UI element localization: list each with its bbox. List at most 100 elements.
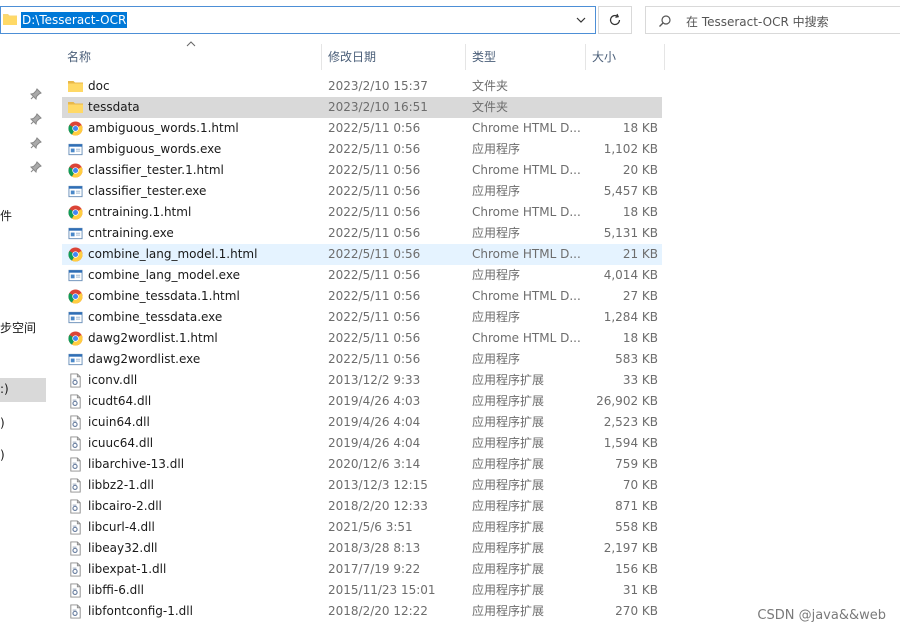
- file-name[interactable]: ambiguous_words.1.html: [88, 118, 314, 139]
- file-name[interactable]: combine_tessdata.1.html: [88, 286, 314, 307]
- address-bar[interactable]: D:\Tesseract-OCR: [0, 6, 596, 34]
- column-header-type[interactable]: 类型: [472, 48, 496, 66]
- file-row[interactable]: classifier_tester.exe 2022/5/11 0:56 应用程序 5…: [62, 181, 662, 202]
- file-row[interactable]: libffi-6.dll 2015/11/23 15:01 应用程序扩展 31 KB: [62, 580, 662, 601]
- column-header-date[interactable]: 修改日期: [328, 48, 376, 66]
- file-name[interactable]: libcairo-2.dll: [88, 496, 314, 517]
- column-divider[interactable]: [321, 44, 322, 70]
- file-row[interactable]: combine_lang_model.exe 2022/5/11 0:56 应用程序…: [62, 265, 662, 286]
- file-row[interactable]: dawg2wordlist.exe 2022/5/11 0:56 应用程序 583 K…: [62, 349, 662, 370]
- chevron-down-icon[interactable]: [575, 14, 587, 26]
- file-date: 2022/5/11 0:56: [328, 310, 421, 324]
- navigation-pane: 件 步空间 :) ) ): [0, 40, 50, 633]
- pin-icon[interactable]: [30, 113, 42, 125]
- file-row[interactable]: ambiguous_words.1.html 2022/5/11 0:56 Chro…: [62, 118, 662, 139]
- file-name[interactable]: libeay32.dll: [88, 538, 314, 559]
- file-date: 2019/4/26 4:03: [328, 394, 421, 408]
- file-size: 2,523 KB: [603, 415, 658, 429]
- file-type: 应用程序: [472, 268, 521, 282]
- file-name[interactable]: tessdata: [88, 97, 314, 118]
- file-name[interactable]: classifier_tester.1.html: [88, 160, 314, 181]
- exe-icon: [68, 268, 83, 283]
- column-header-name[interactable]: 名称: [67, 48, 91, 66]
- file-row[interactable]: doc 2023/2/10 15:37 文件夹: [62, 76, 662, 97]
- file-name[interactable]: libcurl-4.dll: [88, 517, 314, 538]
- file-date: 2023/2/10 16:51: [328, 100, 428, 114]
- file-row[interactable]: icuuc64.dll 2019/4/26 4:04 应用程序扩展 1,594 KB: [62, 433, 662, 454]
- search-field[interactable]: 在 Tesseract-OCR 中搜索: [645, 6, 900, 34]
- file-size: 156 KB: [615, 562, 658, 576]
- file-row[interactable]: combine_tessdata.1.html 2022/5/11 0:56 Chr…: [62, 286, 662, 307]
- file-name[interactable]: cntraining.1.html: [88, 202, 314, 223]
- watermark: CSDN @java&&web: [757, 608, 886, 623]
- nav-item-label[interactable]: ): [0, 448, 5, 462]
- file-size: 4,014 KB: [603, 268, 658, 282]
- sort-ascending-icon: [186, 41, 196, 47]
- file-date: 2021/5/6 3:51: [328, 520, 413, 534]
- file-row[interactable]: libcurl-4.dll 2021/5/6 3:51 应用程序扩展 558 KB: [62, 517, 662, 538]
- file-row[interactable]: combine_tessdata.exe 2022/5/11 0:56 应用程序 1,…: [62, 307, 662, 328]
- file-row[interactable]: libcairo-2.dll 2018/2/20 12:33 应用程序扩展 871 K…: [62, 496, 662, 517]
- file-size: 5,457 KB: [603, 184, 658, 198]
- file-name[interactable]: combine_tessdata.exe: [88, 307, 314, 328]
- nav-item-label[interactable]: 步空间: [0, 319, 36, 336]
- pin-icon[interactable]: [30, 137, 42, 149]
- column-divider[interactable]: [585, 44, 586, 70]
- file-row[interactable]: libarchive-13.dll 2020/12/6 3:14 应用程序扩展 759…: [62, 454, 662, 475]
- column-header-size[interactable]: 大小: [592, 48, 616, 66]
- file-name[interactable]: libarchive-13.dll: [88, 454, 314, 475]
- file-row[interactable]: iconv.dll 2013/12/2 9:33 应用程序扩展 33 KB: [62, 370, 662, 391]
- pin-icon[interactable]: [30, 161, 42, 173]
- file-name[interactable]: combine_lang_model.1.html: [88, 244, 314, 265]
- file-row[interactable]: libexpat-1.dll 2017/7/19 9:22 应用程序扩展 156 KB: [62, 559, 662, 580]
- dll-icon: [68, 436, 83, 451]
- file-name[interactable]: libexpat-1.dll: [88, 559, 314, 580]
- file-row[interactable]: cntraining.1.html 2022/5/11 0:56 Chrome HT…: [62, 202, 662, 223]
- file-size: 18 KB: [622, 331, 658, 345]
- file-row[interactable]: icuin64.dll 2019/4/26 4:04 应用程序扩展 2,523 KB: [62, 412, 662, 433]
- file-row[interactable]: dawg2wordlist.1.html 2022/5/11 0:56 Chrome…: [62, 328, 662, 349]
- file-row[interactable]: cntraining.exe 2022/5/11 0:56 应用程序 5,131 KB: [62, 223, 662, 244]
- nav-item-label[interactable]: :): [0, 382, 9, 396]
- file-row[interactable]: tessdata 2023/2/10 16:51 文件夹: [62, 97, 662, 118]
- file-row[interactable]: icudt64.dll 2019/4/26 4:03 应用程序扩展 26,902 KB: [62, 391, 662, 412]
- file-name[interactable]: iconv.dll: [88, 370, 314, 391]
- file-name[interactable]: combine_lang_model.exe: [88, 265, 314, 286]
- pin-icon[interactable]: [30, 88, 42, 100]
- file-row[interactable]: libeay32.dll 2018/3/28 8:13 应用程序扩展 2,197 KB: [62, 538, 662, 559]
- file-name[interactable]: cntraining.exe: [88, 223, 314, 244]
- address-path[interactable]: D:\Tesseract-OCR: [21, 12, 128, 28]
- file-size: [582, 97, 658, 118]
- file-date: 2017/7/19 9:22: [328, 562, 421, 576]
- chrome-icon: [68, 205, 83, 220]
- refresh-button[interactable]: [598, 6, 632, 34]
- file-row[interactable]: classifier_tester.1.html 2022/5/11 0:56 Ch…: [62, 160, 662, 181]
- file-name[interactable]: classifier_tester.exe: [88, 181, 314, 202]
- nav-item-label[interactable]: ): [0, 416, 5, 430]
- search-input[interactable]: 在 Tesseract-OCR 中搜索: [686, 13, 829, 30]
- file-row[interactable]: ambiguous_words.exe 2022/5/11 0:56 应用程序 1,1…: [62, 139, 662, 160]
- file-row[interactable]: combine_lang_model.1.html 2022/5/11 0:56 C…: [62, 244, 662, 265]
- file-type: 应用程序扩展: [472, 541, 545, 555]
- nav-item-label[interactable]: 件: [0, 207, 12, 224]
- column-divider[interactable]: [664, 44, 665, 70]
- file-name[interactable]: dawg2wordlist.exe: [88, 349, 314, 370]
- column-divider[interactable]: [465, 44, 466, 70]
- file-name[interactable]: libfontconfig-1.dll: [88, 601, 314, 622]
- file-type: 应用程序: [472, 142, 521, 156]
- file-name[interactable]: libffi-6.dll: [88, 580, 314, 601]
- file-name[interactable]: ambiguous_words.exe: [88, 139, 314, 160]
- file-date: 2022/5/11 0:56: [328, 268, 421, 282]
- file-name[interactable]: icudt64.dll: [88, 391, 314, 412]
- dll-icon: [68, 541, 83, 556]
- file-name[interactable]: dawg2wordlist.1.html: [88, 328, 314, 349]
- file-name[interactable]: libbz2-1.dll: [88, 475, 314, 496]
- file-name[interactable]: doc: [88, 76, 314, 97]
- dll-icon: [68, 520, 83, 535]
- exe-icon: [68, 226, 83, 241]
- file-row[interactable]: libbz2-1.dll 2013/12/3 12:15 应用程序扩展 70 KB: [62, 475, 662, 496]
- file-type: 应用程序扩展: [472, 373, 545, 387]
- file-name[interactable]: icuin64.dll: [88, 412, 314, 433]
- file-name[interactable]: icuuc64.dll: [88, 433, 314, 454]
- file-row[interactable]: libfontconfig-1.dll 2018/2/20 12:22 应用程序扩展…: [62, 601, 662, 622]
